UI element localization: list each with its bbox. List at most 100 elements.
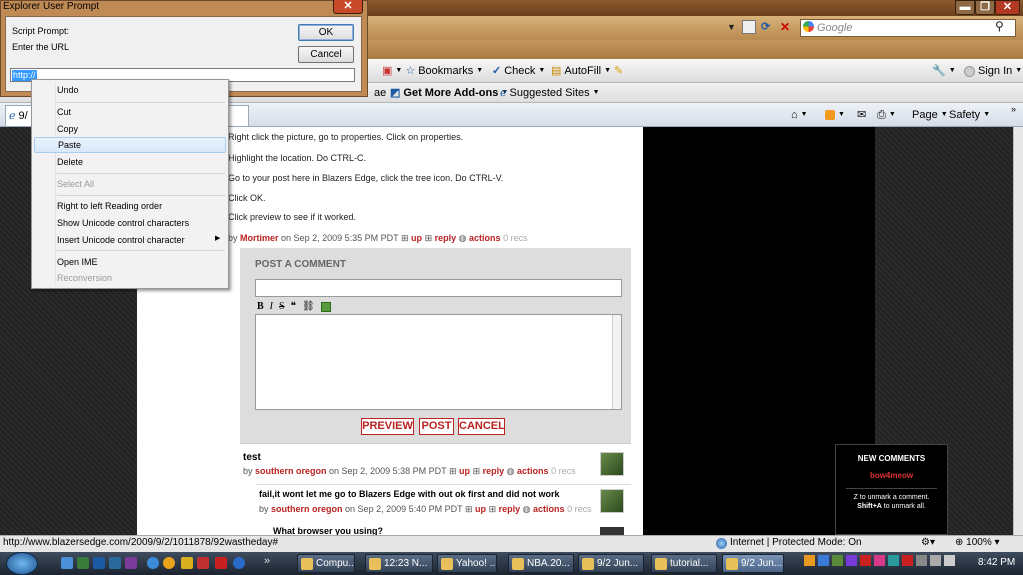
security-zone[interactable]: Internet | Protected Mode: On <box>730 537 862 548</box>
cancel-comment-button[interactable]: CANCEL <box>458 418 505 435</box>
tree-image-icon[interactable] <box>320 301 331 312</box>
reply-link[interactable]: reply <box>499 504 521 514</box>
tray-icon[interactable] <box>832 555 843 566</box>
address-dropdown-icon[interactable]: ▼ <box>727 22 736 32</box>
actions-link[interactable]: actions <box>517 466 549 476</box>
new-comments-user[interactable]: bow4meow <box>836 471 947 480</box>
tray-icon[interactable] <box>860 555 871 566</box>
taskbar-button[interactable]: Compu... <box>297 554 355 573</box>
clock[interactable]: 8:42 PM <box>978 557 1015 568</box>
protected-mode-icon[interactable]: ⚙▾ <box>921 537 935 548</box>
actions-link[interactable]: actions <box>533 504 565 514</box>
menu-item-rtl-reading-order[interactable]: Right to left Reading order <box>34 198 226 214</box>
minimize-button[interactable]: ▬ <box>955 0 975 15</box>
taskbar-button[interactable]: tutorial... <box>651 554 717 573</box>
acrobat-icon[interactable] <box>197 557 209 569</box>
autofill-menu[interactable]: ▤ AutoFill ▼ ✎ <box>551 61 623 81</box>
search-input[interactable]: Google <box>800 19 1016 37</box>
taskbar-button[interactable]: 9/2 Jun... <box>578 554 644 573</box>
taskbar-button[interactable]: NBA.20... <box>508 554 574 573</box>
menu-item-undo[interactable]: Undo <box>34 82 226 98</box>
ie-icon[interactable] <box>147 557 159 569</box>
actions-link[interactable]: actions <box>469 233 501 243</box>
taskbar-button-active[interactable]: 9/2 Jun... <box>722 554 784 573</box>
comment-body-textarea[interactable] <box>255 314 622 410</box>
suggested-sites-link[interactable]: ℯ Suggested Sites ▼ <box>500 83 600 103</box>
tray-icon[interactable] <box>846 555 857 566</box>
up-link[interactable]: up <box>411 233 422 243</box>
menu-item-copy[interactable]: Copy <box>34 121 226 137</box>
tray-icon[interactable] <box>902 555 913 566</box>
sign-in-button[interactable]: Sign In ▼ <box>964 61 1022 81</box>
show-desktop-icon[interactable] <box>61 557 73 569</box>
refresh-icon[interactable]: ⟳ <box>761 20 770 33</box>
chevron-right-icon[interactable]: » <box>264 555 270 567</box>
bold-button[interactable]: B <box>257 301 264 312</box>
menu-item-delete[interactable]: Delete <box>34 154 226 170</box>
read-mail-button[interactable]: ✉ <box>857 105 866 125</box>
post-button[interactable]: POST <box>419 418 454 435</box>
compat-view-icon[interactable] <box>742 20 756 34</box>
tray-icon[interactable] <box>874 555 885 566</box>
tools-menu[interactable]: 🔧 ▼ <box>932 61 956 81</box>
link-icon[interactable]: ⛓ <box>302 301 315 312</box>
network-icon[interactable] <box>930 555 941 566</box>
stop-icon[interactable]: ✕ <box>780 20 790 34</box>
comment-author-link[interactable]: southern oregon <box>255 466 327 476</box>
page-scrollbar[interactable] <box>1013 127 1023 535</box>
tray-icon[interactable] <box>804 555 815 566</box>
maximize-button[interactable]: ❐ <box>975 0 995 15</box>
safety-menu[interactable]: Safety ▼ <box>949 105 990 125</box>
quote-icon[interactable]: ❝ <box>291 301 296 312</box>
comment-author-link[interactable]: southern oregon <box>271 504 343 514</box>
strike-button[interactable]: S <box>279 301 285 312</box>
menu-item-insert-unicode[interactable]: Insert Unicode control character <box>34 232 226 248</box>
bookmarks-menu[interactable]: ▣ ▼ ☆ Bookmarks ▼ <box>382 61 483 81</box>
up-link[interactable]: up <box>459 466 470 476</box>
menu-item-show-unicode[interactable]: Show Unicode control characters <box>34 215 226 231</box>
chevron-right-icon[interactable]: » <box>1011 104 1016 114</box>
tray-icon[interactable] <box>916 555 927 566</box>
zoom-control[interactable]: ⊕ 100% ▾ <box>955 537 1000 548</box>
ok-button[interactable]: OK <box>298 24 354 41</box>
menu-item-cut[interactable]: Cut <box>34 104 226 120</box>
feeds-button[interactable]: ▼ <box>825 105 845 125</box>
page-menu[interactable]: Page ▼ <box>912 105 948 125</box>
italic-button[interactable]: I <box>270 301 273 312</box>
start-orb-icon[interactable] <box>6 552 38 575</box>
menu-item-open-ime[interactable]: Open IME <box>34 254 226 270</box>
get-addons-link[interactable]: ◩ Get More Add-ons ▼ <box>390 83 508 103</box>
check-menu[interactable]: ✓ Check ▼ <box>492 61 545 81</box>
cancel-button[interactable]: Cancel <box>298 46 354 63</box>
quicklaunch-icon[interactable] <box>77 557 89 569</box>
print-button[interactable]: ⎙ ▼ <box>877 105 896 125</box>
comment-title-input[interactable] <box>255 279 622 297</box>
search-icon[interactable]: ⚲ <box>995 19 1004 33</box>
quicklaunch-icon[interactable] <box>109 557 121 569</box>
taskbar-button[interactable]: Yahoo! ... <box>437 554 497 573</box>
up-link[interactable]: up <box>475 504 486 514</box>
avatar[interactable] <box>600 527 624 535</box>
reply-link[interactable]: reply <box>435 233 457 243</box>
quicklaunch-icon[interactable] <box>125 557 137 569</box>
taskbar-button[interactable]: 12:23 N... <box>365 554 433 573</box>
reply-link[interactable]: reply <box>483 466 505 476</box>
home-button[interactable]: ⌂ ▼ <box>791 105 808 125</box>
textarea-scrollbar[interactable] <box>612 315 621 409</box>
ie-icon[interactable] <box>233 557 245 569</box>
volume-icon[interactable] <box>944 555 955 566</box>
pdf-icon[interactable] <box>215 557 227 569</box>
tray-icon[interactable] <box>818 555 829 566</box>
post-author-link[interactable]: Mortimer <box>240 233 279 243</box>
avatar[interactable] <box>600 452 624 476</box>
tray-icon[interactable] <box>888 555 899 566</box>
avatar[interactable] <box>600 489 624 513</box>
folder-icon[interactable] <box>181 557 193 569</box>
preview-button[interactable]: PREVIEW <box>361 418 414 435</box>
dialog-close-button[interactable]: ✕ <box>333 0 363 14</box>
menu-item-paste[interactable]: Paste <box>34 137 226 153</box>
quicklaunch-icon[interactable] <box>93 557 105 569</box>
close-window-button[interactable]: ✕ <box>995 0 1020 15</box>
favorites-partial-item[interactable]: ae <box>374 83 386 103</box>
firefox-icon[interactable] <box>163 557 175 569</box>
